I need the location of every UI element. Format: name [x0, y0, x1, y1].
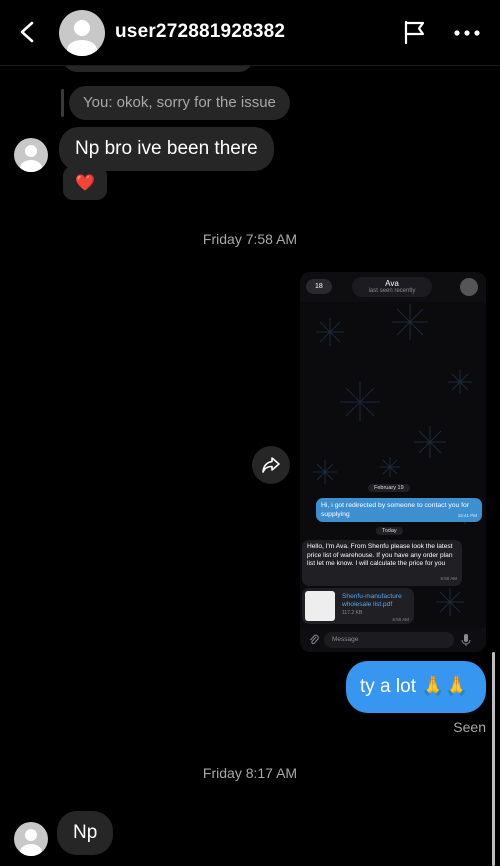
paperclip-icon [310, 634, 319, 645]
telegram-incoming-message: Hello, I'm Ava. From Shenfu please look … [302, 540, 462, 586]
telegram-file-attachment: Shenfu-manufacture wholesale list.pdf 11… [302, 588, 414, 624]
microphone-icon [461, 634, 471, 646]
timestamp: Friday 7:58 AM [202, 231, 298, 247]
default-avatar-icon [20, 829, 42, 856]
telegram-avatar [460, 278, 478, 296]
outgoing-message-bubble[interactable]: ty a lot 🙏🙏 [346, 661, 486, 713]
reaction-badge[interactable]: ❤️ [63, 166, 107, 200]
telegram-date-chip: February 19 [368, 484, 410, 492]
telegram-today-chip: Today [376, 527, 403, 535]
avatar[interactable] [59, 10, 105, 56]
telegram-message-input: Message [324, 632, 454, 648]
telegram-header: 18 Ava last seen recently [300, 272, 486, 302]
sender-avatar[interactable] [14, 138, 48, 172]
more-horizontal-icon[interactable] [454, 29, 480, 37]
reply-preview[interactable]: You: okok, sorry for the issue [69, 86, 290, 120]
default-avatar-icon [20, 145, 42, 172]
default-avatar-icon [67, 20, 97, 56]
share-arrow-icon [262, 457, 280, 473]
heart-icon: ❤️ [75, 175, 95, 192]
chevron-left-icon[interactable] [14, 18, 42, 46]
chat-header: user272881928382 [0, 0, 500, 66]
telegram-input-bar: Message [300, 628, 486, 652]
scrollbar[interactable] [492, 652, 495, 866]
pdf-thumbnail [305, 591, 335, 621]
telegram-outgoing-message: Hi, i got redirected by someone to conta… [316, 498, 482, 522]
seen-status: Seen [453, 719, 486, 735]
shared-image[interactable]: 18 Ava last seen recently February 19 Hi… [300, 272, 486, 652]
message-bubble[interactable]: Np [57, 811, 114, 855]
share-button[interactable] [252, 446, 290, 484]
telegram-contact: Ava last seen recently [352, 277, 432, 297]
flag-icon[interactable] [401, 18, 429, 46]
timestamp: Friday 8:17 AM [202, 765, 298, 781]
username[interactable]: user272881928382 [115, 21, 285, 43]
sender-avatar[interactable] [14, 822, 48, 856]
reply-indicator [61, 89, 64, 117]
telegram-back-badge: 18 [306, 279, 332, 294]
message-bubble[interactable]: Np bro ive been there [59, 127, 274, 171]
